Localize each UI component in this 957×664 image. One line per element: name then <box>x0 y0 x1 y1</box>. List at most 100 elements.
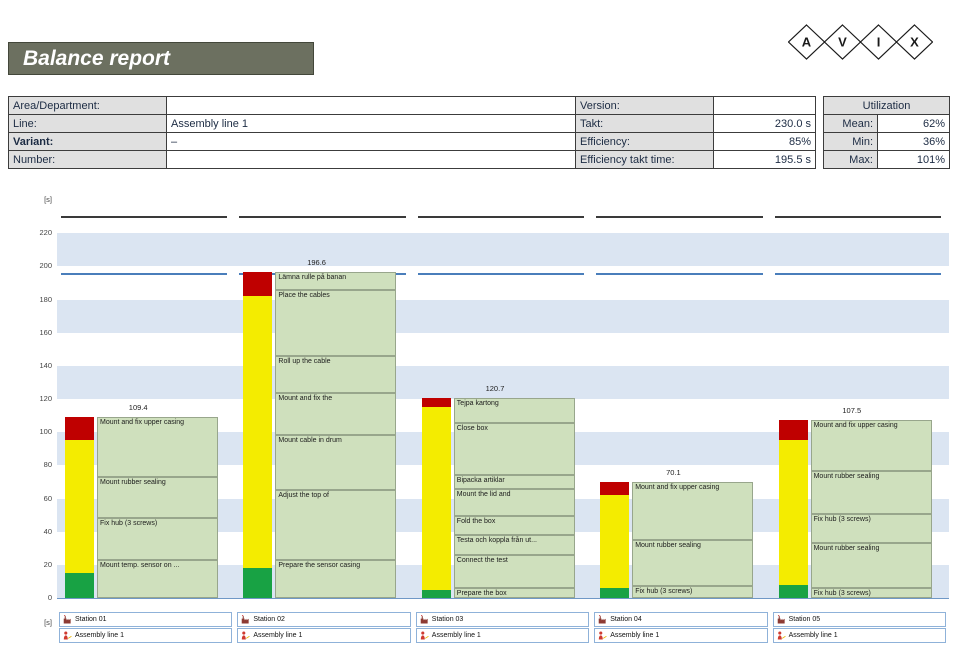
task-box: Mount rubber sealing <box>811 543 932 588</box>
task-box: Mount rubber sealing <box>97 477 218 518</box>
task-box: Mount and fix upper casing <box>811 420 932 471</box>
bar-segment-yellow <box>65 440 94 573</box>
x-axis-unit-label: [s] <box>18 618 52 628</box>
y-axis-tick-label: 0 <box>18 593 52 603</box>
assembly-line-label: Assembly line 1 <box>789 632 838 639</box>
task-box: Mount the lid and <box>454 489 575 516</box>
bar-total-label: 70.1 <box>596 468 750 478</box>
factory-icon <box>241 615 250 624</box>
station-line-cell: Assembly line 1 <box>773 628 946 643</box>
station-name-cell: Station 02 <box>237 612 410 627</box>
bar-segment-green <box>65 573 94 598</box>
assembly-line-label: Assembly line 1 <box>253 632 302 639</box>
y-axis-tick-label: 60 <box>18 494 52 504</box>
task-box: Fix hub (3 screws) <box>811 514 932 543</box>
assembly-line-label: Assembly line 1 <box>610 632 659 639</box>
efficiency-takt-line-segment <box>418 273 584 275</box>
bar-segment-green <box>422 590 451 598</box>
task-box: Fold the box <box>454 516 575 535</box>
bar-total-label: 120.7 <box>418 384 572 394</box>
factory-icon <box>420 615 429 624</box>
y-axis-tick-label: 40 <box>18 527 52 537</box>
efficiency-takt-line-segment <box>596 273 762 275</box>
person-icon <box>63 631 72 640</box>
task-box: Fix hub (3 screws) <box>632 586 753 598</box>
station-name-label: Station 02 <box>253 616 285 623</box>
bar-segment-red <box>243 272 272 296</box>
bar-segment-red <box>65 417 94 440</box>
person-icon <box>598 631 607 640</box>
station-name-cell: Station 04 <box>594 612 767 627</box>
station-line-cell: Assembly line 1 <box>237 628 410 643</box>
x-axis-line <box>57 598 949 599</box>
person-icon <box>241 631 250 640</box>
y-axis-tick-label: 160 <box>18 328 52 338</box>
bar-segment-green <box>779 585 808 598</box>
station-name-cell: Station 05 <box>773 612 946 627</box>
station-line-cell: Assembly line 1 <box>59 628 232 643</box>
task-box: Bipacka artiklar <box>454 475 575 489</box>
person-icon <box>420 631 429 640</box>
task-box: Mount and fix upper casing <box>632 482 753 540</box>
y-axis-tick-label: 120 <box>18 394 52 404</box>
y-axis-tick-label: 80 <box>18 460 52 470</box>
takt-line-segment <box>596 216 762 218</box>
task-box: Prepare the sensor casing <box>275 560 396 598</box>
person-icon <box>777 631 786 640</box>
task-box: Mount cable in drum <box>275 435 396 490</box>
task-box: Tejpa kartong <box>454 398 575 423</box>
station-name-label: Station 03 <box>432 616 464 623</box>
y-axis-unit-label: [s] <box>18 195 52 205</box>
factory-icon <box>777 615 786 624</box>
y-axis-tick-label: 180 <box>18 295 52 305</box>
bar-total-label: 196.6 <box>239 258 393 268</box>
bar-segment-green <box>243 568 272 598</box>
station-line-cell: Assembly line 1 <box>594 628 767 643</box>
task-box: Lämna rulle på banan <box>275 272 396 290</box>
task-box: Roll up the cable <box>275 356 396 393</box>
bar-total-label: 109.4 <box>61 403 215 413</box>
station-name-label: Station 05 <box>789 616 821 623</box>
efficiency-takt-line-segment <box>775 273 941 275</box>
y-axis-tick-label: 200 <box>18 261 52 271</box>
chart-area: 020406080100120140160180200220[s][s]109.… <box>0 0 957 664</box>
bar-segment-yellow <box>600 495 629 588</box>
bar-segment-yellow <box>779 440 808 585</box>
grid-band <box>57 366 949 399</box>
bar-segment-yellow <box>422 407 451 590</box>
bar-segment-green <box>600 588 629 598</box>
task-box: Mount rubber sealing <box>811 471 932 514</box>
task-box: Mount and fix upper casing <box>97 417 218 477</box>
station-name-label: Station 01 <box>75 616 107 623</box>
grid-band <box>57 300 949 333</box>
y-axis-tick-label: 140 <box>18 361 52 371</box>
station-name-label: Station 04 <box>610 616 642 623</box>
assembly-line-label: Assembly line 1 <box>75 632 124 639</box>
bar-segment-red <box>422 398 451 407</box>
task-box: Fix hub (3 screws) <box>811 588 932 598</box>
bar-segment-yellow <box>243 296 272 568</box>
task-box: Adjust the top of <box>275 490 396 560</box>
station-name-cell: Station 03 <box>416 612 589 627</box>
task-box: Close box <box>454 423 575 475</box>
station-line-cell: Assembly line 1 <box>416 628 589 643</box>
factory-icon <box>63 615 72 624</box>
y-axis-tick-label: 20 <box>18 560 52 570</box>
efficiency-takt-line-segment <box>61 273 227 275</box>
grid-band <box>57 233 949 266</box>
balance-report-page: Balance report A V I X Area/Department: … <box>0 0 957 664</box>
station-name-cell: Station 01 <box>59 612 232 627</box>
task-box: Mount rubber sealing <box>632 540 753 586</box>
task-box: Testa och koppla från ut... <box>454 535 575 555</box>
task-box: Prepare the box <box>454 588 575 598</box>
takt-line-segment <box>418 216 584 218</box>
task-box: Mount temp. sensor on ... <box>97 560 218 598</box>
bar-segment-red <box>779 420 808 440</box>
bar-total-label: 107.5 <box>775 406 929 416</box>
assembly-line-label: Assembly line 1 <box>432 632 481 639</box>
factory-icon <box>598 615 607 624</box>
bar-segment-red <box>600 482 629 495</box>
task-box: Mount and fix the <box>275 393 396 435</box>
task-box: Connect the test <box>454 555 575 588</box>
y-axis-tick-label: 100 <box>18 427 52 437</box>
